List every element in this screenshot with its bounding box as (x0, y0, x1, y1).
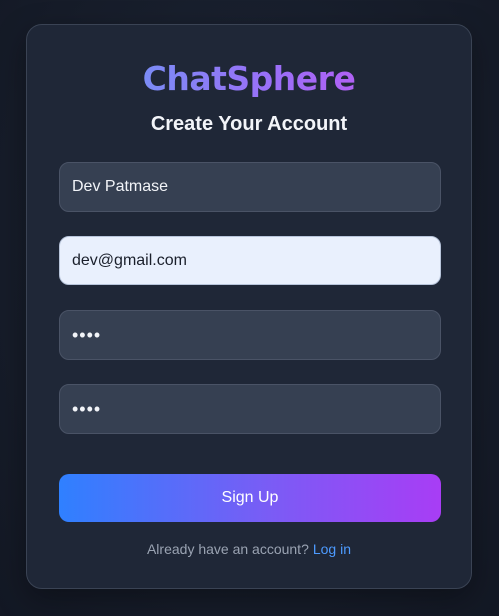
signup-card: ChatSphere Create Your Account Sign Up A… (26, 24, 472, 589)
page-title: Create Your Account (150, 113, 348, 135)
email-input[interactable] (59, 236, 441, 285)
sign-up-button[interactable]: Sign Up (59, 474, 441, 522)
confirm-password-input[interactable] (59, 384, 441, 434)
brand-logo: ChatSphere (27, 59, 471, 99)
name-input[interactable] (59, 162, 441, 212)
login-prompt: Already have an account? Log in (27, 539, 471, 559)
password-input[interactable] (59, 310, 441, 360)
brand-name: ChatSphere (142, 59, 356, 98)
login-prompt-text: Already have an account? (146, 541, 309, 557)
login-link[interactable]: Log in (313, 541, 351, 557)
